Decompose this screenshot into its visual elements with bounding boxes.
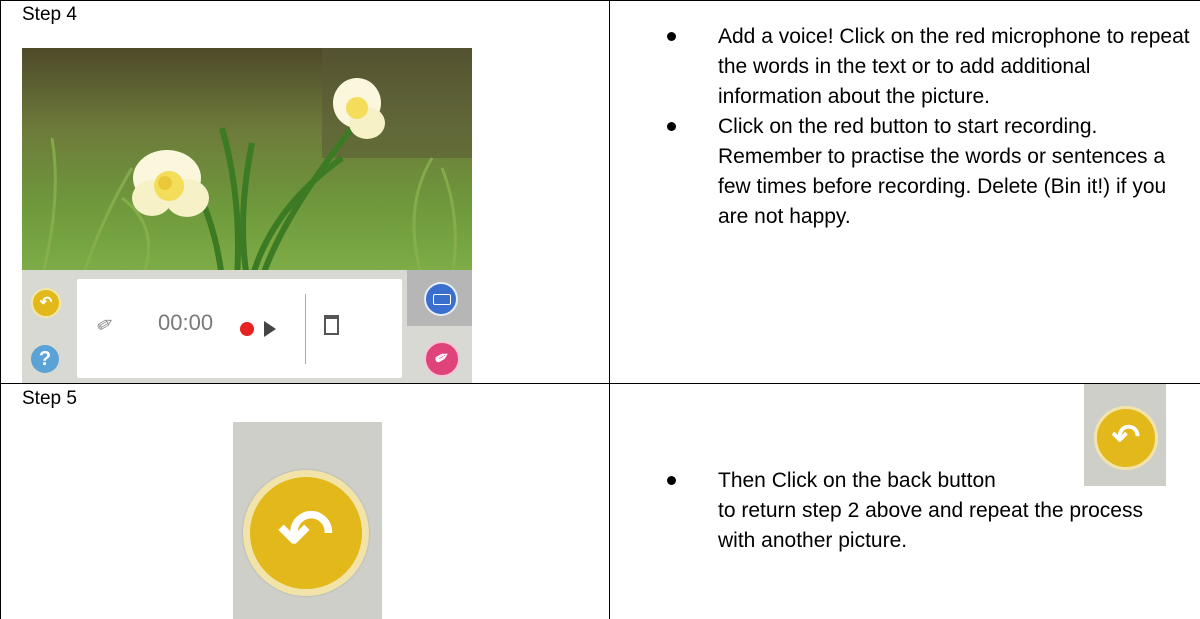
list-item: Then Click on the back button to return … — [662, 466, 1182, 556]
back-icon: ↶ — [1111, 418, 1141, 456]
bullet-icon — [667, 476, 676, 485]
step-4-instructions: Add a voice! Click on the red microphone… — [662, 22, 1192, 232]
step-5-label: Step 5 — [22, 388, 77, 409]
recorder-toolbar: ↶ ? ✏ 00:00 ✏ — [22, 270, 472, 383]
bullet-icon — [667, 32, 676, 41]
back-button: ↶ — [243, 470, 369, 596]
microphone-icon: ✏ — [432, 347, 453, 370]
back-button: ↶ — [1094, 406, 1158, 470]
keyboard-icon — [433, 294, 451, 305]
back-button[interactable]: ↶ — [31, 288, 61, 318]
keyboard-pane — [407, 270, 472, 326]
daffodil-photo — [22, 48, 472, 278]
bullet-text: Add a voice! Click on the red microphone… — [718, 25, 1190, 108]
table-column-divider — [609, 0, 610, 619]
help-icon: ? — [38, 348, 52, 370]
keyboard-button[interactable] — [424, 282, 458, 316]
bullet-text: Then Click on the back button — [718, 469, 996, 492]
record-button[interactable] — [240, 322, 254, 336]
list-item: Add a voice! Click on the red microphone… — [662, 22, 1192, 112]
back-icon: ↶ — [39, 294, 53, 311]
step-5-instructions: Then Click on the back button to return … — [662, 466, 1182, 556]
bullet-text: Click on the red button to start recordi… — [718, 115, 1167, 228]
app-screenshot: ↶ ? ✏ 00:00 ✏ — [22, 48, 472, 383]
trash-icon[interactable] — [324, 315, 339, 335]
recording-time: 00:00 — [158, 310, 214, 335]
microphone-icon: ✏ — [92, 311, 119, 339]
bullet-icon — [667, 122, 676, 131]
list-item: Click on the red button to start recordi… — [662, 112, 1192, 232]
table-border-left — [0, 0, 1, 619]
bullet-text-continued: to return step 2 above and repeat the pr… — [718, 499, 1143, 552]
voice-recorder-panel: ✏ 00:00 — [77, 279, 402, 378]
back-button-enlarged: ↶ — [233, 422, 382, 619]
step-4-label: Step 4 — [22, 4, 77, 25]
back-icon: ↶ — [278, 496, 334, 570]
microphone-button[interactable]: ✏ — [424, 341, 460, 377]
play-button[interactable] — [264, 321, 276, 337]
help-button[interactable]: ? — [31, 345, 59, 373]
table-row-divider — [0, 383, 1200, 384]
divider — [305, 294, 306, 364]
table-border-top — [0, 0, 1200, 1]
